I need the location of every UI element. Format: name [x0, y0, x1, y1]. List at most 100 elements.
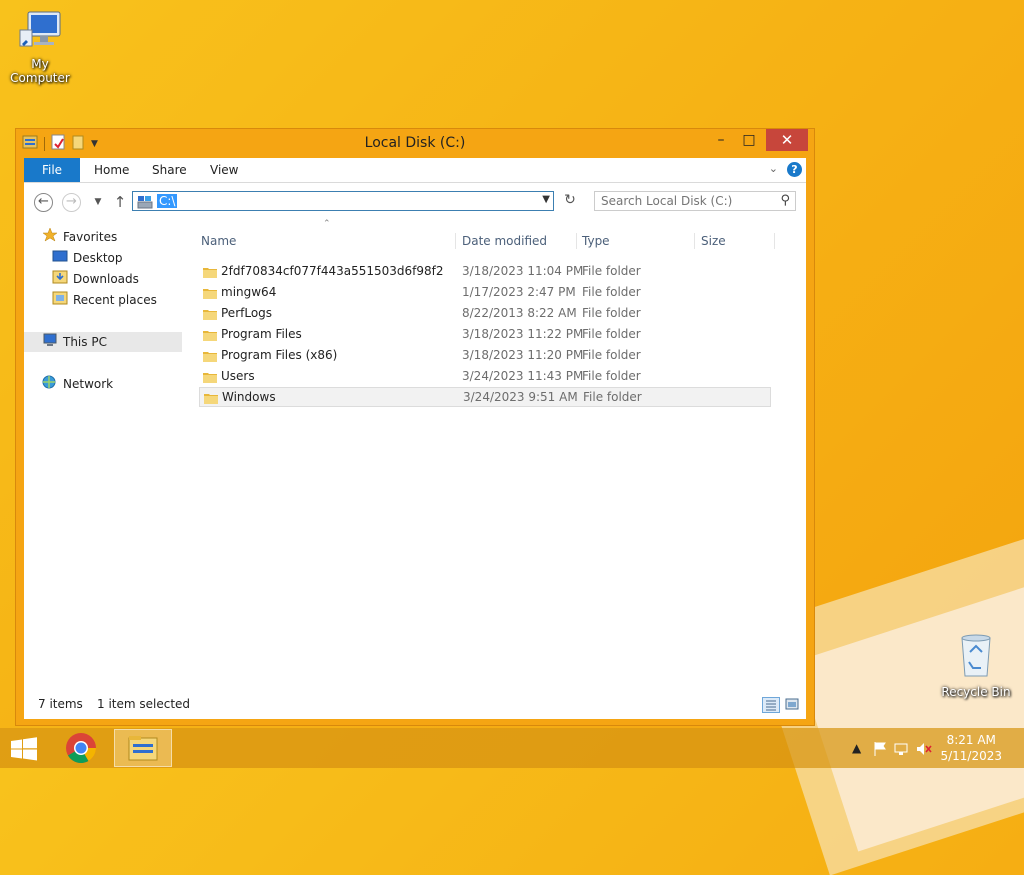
- nav-item-recent-places[interactable]: Recent places: [52, 290, 157, 310]
- column-header-type[interactable]: Type: [582, 229, 610, 253]
- file-name: Users: [221, 369, 255, 383]
- address-bar[interactable]: C:\ ▼: [132, 191, 554, 211]
- tab-view[interactable]: View: [196, 158, 252, 182]
- network-tray-icon[interactable]: [894, 741, 910, 760]
- taskbar-chrome-button[interactable]: [52, 728, 110, 768]
- desktop-icon-recycle-bin[interactable]: Recycle Bin: [936, 632, 1016, 699]
- file-type: File folder: [582, 369, 641, 383]
- ribbon-tabs: File Home Share View ⌄ ?: [24, 158, 806, 183]
- recent-places-icon: [52, 291, 68, 311]
- maximize-button[interactable]: □: [734, 129, 764, 151]
- address-dropdown-icon[interactable]: ▼: [542, 194, 550, 205]
- column-header-date-modified[interactable]: Date modified: [462, 229, 547, 253]
- recent-locations-dropdown[interactable]: ▼: [88, 193, 108, 213]
- file-row[interactable]: 2fdf70834cf077f443a551503d6f98f2 3/18/20…: [199, 261, 771, 281]
- file-date: 3/18/2023 11:20 PM: [462, 348, 584, 362]
- tab-file[interactable]: File: [24, 158, 80, 182]
- tab-home[interactable]: Home: [80, 158, 143, 182]
- clock-date: 5/11/2023: [940, 749, 1002, 763]
- search-input[interactable]: [601, 193, 771, 209]
- network-icon: [42, 375, 58, 395]
- nav-item-desktop[interactable]: Desktop: [52, 248, 123, 268]
- system-tray: ▲ 8:21 AM 5/11/2023: [844, 728, 1024, 768]
- large-icons-view-icon: [785, 698, 799, 710]
- desktop-icon-label: Recycle Bin: [941, 685, 1011, 699]
- flag-icon[interactable]: [872, 741, 888, 760]
- selection-count: 1 item selected: [97, 697, 191, 711]
- address-value[interactable]: C:\: [157, 194, 178, 208]
- file-date: 3/24/2023 9:51 AM: [463, 390, 578, 404]
- nav-item-label: Recent places: [73, 293, 157, 307]
- computer-icon: [0, 10, 80, 55]
- taskbar-file-explorer-button[interactable]: [114, 729, 172, 767]
- file-row-selected[interactable]: Windows 3/24/2023 9:51 AM File folder: [199, 387, 771, 407]
- file-explorer-icon: [128, 736, 158, 761]
- nav-item-downloads[interactable]: Downloads: [52, 269, 139, 289]
- file-name: Program Files: [221, 327, 302, 341]
- file-date: 3/18/2023 11:22 PM: [462, 327, 584, 341]
- nav-item-label: Downloads: [73, 272, 139, 286]
- tab-share[interactable]: Share: [138, 158, 201, 182]
- file-name: Windows: [222, 390, 276, 404]
- large-icons-view-button[interactable]: [784, 697, 802, 713]
- file-date: 8/22/2013 8:22 AM: [462, 306, 577, 320]
- nav-item-favorites[interactable]: Favorites: [42, 226, 118, 248]
- back-button[interactable]: ←: [34, 193, 53, 212]
- file-date: 3/18/2023 11:04 PM: [462, 264, 584, 278]
- start-button[interactable]: [0, 728, 48, 768]
- drive-icon: [137, 195, 153, 212]
- clock[interactable]: 8:21 AM 5/11/2023: [940, 732, 1002, 764]
- file-row[interactable]: mingw64 1/17/2023 2:47 PM File folder: [199, 282, 771, 302]
- file-name: Program Files (x86): [221, 348, 338, 362]
- desktop-icon-my-computer[interactable]: My Computer: [0, 10, 80, 85]
- file-type: File folder: [582, 264, 641, 278]
- details-view-button[interactable]: [762, 697, 780, 713]
- refresh-button[interactable]: ↻: [560, 192, 580, 212]
- file-date: 3/24/2023 11:43 PM: [462, 369, 584, 383]
- file-type: File folder: [582, 285, 641, 299]
- desktop-icon: [52, 249, 68, 269]
- close-button[interactable]: ✕: [766, 129, 808, 151]
- volume-muted-icon[interactable]: [916, 741, 932, 760]
- nav-item-network[interactable]: Network: [42, 374, 113, 394]
- item-count: 7 items: [38, 697, 83, 711]
- search-icon[interactable]: ⚲: [780, 193, 790, 208]
- chrome-icon: [66, 733, 96, 764]
- up-button[interactable]: ↑: [110, 193, 130, 213]
- nav-item-label: This PC: [63, 335, 107, 349]
- search-box[interactable]: ⚲: [594, 191, 796, 211]
- content-area: Favorites Desktop Downloads Recent place…: [24, 219, 806, 689]
- file-row[interactable]: Users 3/24/2023 11:43 PM File folder: [199, 366, 771, 386]
- nav-item-label: Favorites: [63, 230, 118, 244]
- sort-ascending-icon: ⌃: [323, 219, 331, 229]
- window-title: Local Disk (C:): [364, 135, 466, 151]
- minimize-button[interactable]: –: [706, 129, 736, 151]
- forward-button[interactable]: →: [62, 193, 81, 212]
- help-button[interactable]: ?: [787, 162, 802, 177]
- navigation-bar: ← → ▼ ↑ C:\ ▼ ↻ ⚲: [24, 183, 806, 221]
- file-name: 2fdf70834cf077f443a551503d6f98f2: [221, 264, 444, 278]
- file-row[interactable]: PerfLogs 8/22/2013 8:22 AM File folder: [199, 303, 771, 323]
- windows-logo-icon: [11, 737, 37, 761]
- file-type: File folder: [582, 306, 641, 320]
- file-date: 1/17/2023 2:47 PM: [462, 285, 576, 299]
- file-type: File folder: [583, 390, 642, 404]
- column-header-size[interactable]: Size: [701, 229, 726, 253]
- expand-ribbon-chevron-icon[interactable]: ⌄: [769, 162, 778, 175]
- nav-item-label: Desktop: [73, 251, 123, 265]
- file-row[interactable]: Program Files 3/18/2023 11:22 PM File fo…: [199, 324, 771, 344]
- window-titlebar[interactable]: ▼ Local Disk (C:) – □ ✕: [16, 129, 814, 159]
- navigation-pane: Favorites Desktop Downloads Recent place…: [24, 221, 184, 689]
- nav-item-this-pc[interactable]: This PC: [24, 332, 182, 352]
- file-row[interactable]: Program Files (x86) 3/18/2023 11:20 PM F…: [199, 345, 771, 365]
- details-view-icon: [766, 700, 776, 711]
- star-icon: [42, 226, 58, 248]
- this-pc-icon: [42, 333, 58, 353]
- downloads-icon: [52, 270, 68, 290]
- show-hidden-icons-button[interactable]: ▲: [852, 741, 861, 755]
- file-name: PerfLogs: [221, 306, 273, 320]
- recycle-bin-icon: [936, 632, 1016, 683]
- file-name: mingw64: [221, 285, 277, 299]
- column-header-name[interactable]: Name: [201, 229, 236, 253]
- explorer-window: ▼ Local Disk (C:) – □ ✕ File Home Share …: [15, 128, 815, 726]
